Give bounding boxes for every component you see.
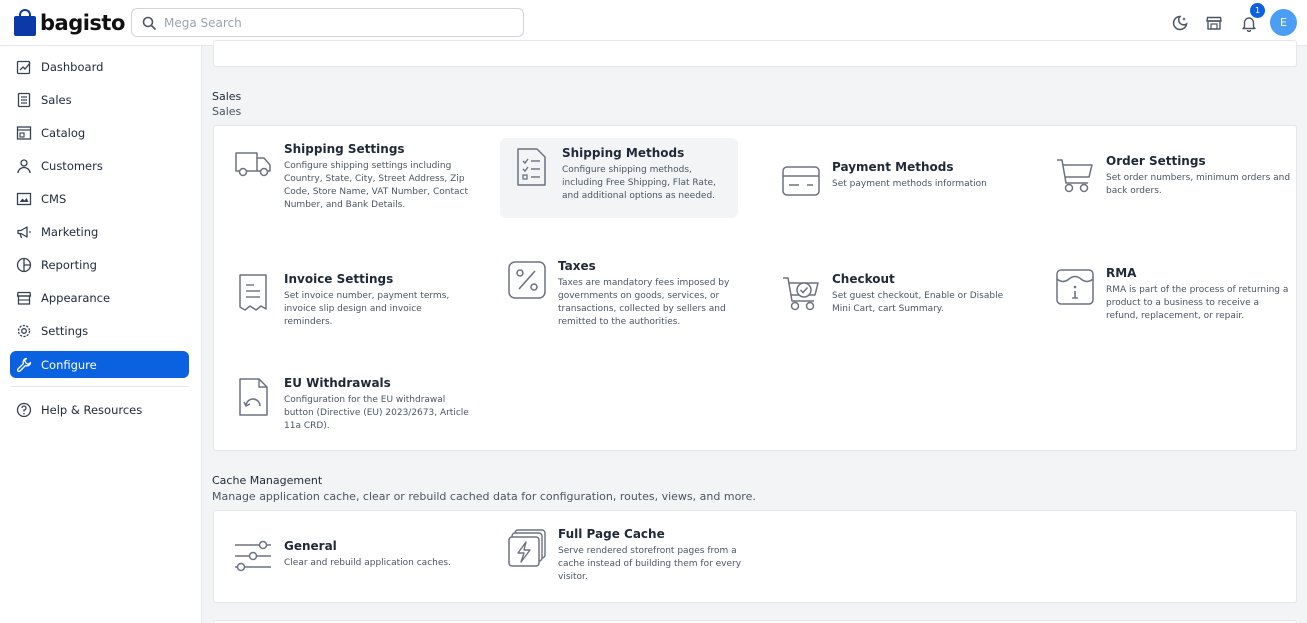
- tile-title: EU Withdrawals: [284, 376, 391, 390]
- tile-description: Configure shipping methods, including Fr…: [562, 165, 716, 201]
- truck-icon: [232, 142, 274, 184]
- tile-title: RMA: [1106, 266, 1137, 280]
- tile-description: RMA is part of the process of returning …: [1106, 285, 1289, 321]
- sidebar-item-label: Settings: [41, 323, 89, 338]
- sidebar: Dashboard Sales Catalog Customers CMS Ma…: [0, 46, 202, 623]
- sidebar-item-label: Configure: [41, 357, 97, 372]
- sidebar-item-dashboard[interactable]: Dashboard: [10, 53, 189, 80]
- main-content: Sales Sales Shipping Settings Configure s…: [203, 40, 1307, 623]
- cms-icon: [16, 192, 32, 205]
- sidebar-item-configure[interactable]: Configure: [10, 351, 189, 378]
- user-avatar[interactable]: E: [1270, 9, 1297, 36]
- taxes-tile[interactable]: Taxes Taxes are mandatory fees imposed by…: [506, 259, 746, 329]
- sidebar-item-label: Dashboard: [41, 59, 104, 74]
- tile-title: General: [284, 539, 337, 553]
- search-icon: [142, 16, 156, 30]
- sidebar-item-label: Marketing: [41, 224, 99, 239]
- full-page-cache-tile[interactable]: Full Page Cache Serve rendered storefront…: [506, 527, 746, 584]
- bagisto-logo[interactable]: bagisto: [14, 9, 125, 36]
- configure-icon: [16, 357, 32, 372]
- sidebar-item-help[interactable]: Help & Resources: [10, 396, 189, 423]
- tile-title: Full Page Cache: [558, 527, 665, 541]
- tile-description: Clear and rebuild application caches.: [284, 558, 451, 568]
- invoice-icon: [232, 272, 274, 314]
- notification-count-badge: 1: [1250, 3, 1265, 18]
- tile-title: Checkout: [832, 272, 895, 286]
- catalog-icon: [16, 125, 32, 140]
- tile-description: Set invoice number, payment terms, invoi…: [284, 291, 450, 327]
- dark-mode-toggle[interactable]: [1170, 13, 1190, 33]
- tile-description: Set payment methods information: [832, 179, 987, 189]
- rma-tile[interactable]: RMA RMA is part of the process of returni…: [1054, 266, 1294, 323]
- sidebar-item-label: Customers: [41, 158, 103, 173]
- logo-text: bagisto: [40, 10, 125, 35]
- tile-description: Taxes are mandatory fees imposed by gove…: [558, 278, 730, 327]
- sidebar-item-label: Appearance: [41, 290, 111, 305]
- sidebar-item-label: Sales: [41, 92, 72, 107]
- eu-withdrawals-tile[interactable]: EU Withdrawals Configuration for the EU w…: [232, 376, 472, 433]
- appearance-icon: [16, 291, 32, 305]
- shipping-settings-tile[interactable]: Shipping Settings Configure shipping sett…: [232, 142, 472, 212]
- tile-description: Configuration for the EU withdrawal butt…: [284, 395, 469, 431]
- sidebar-item-customers[interactable]: Customers: [10, 152, 189, 179]
- sidebar-item-reporting[interactable]: Reporting: [10, 251, 189, 278]
- section-title: Sales: [212, 90, 242, 103]
- sidebar-item-label: Help & Resources: [41, 402, 143, 417]
- cart-check-icon: [780, 272, 822, 314]
- section-title: Cache Management: [212, 474, 323, 487]
- payment-methods-tile[interactable]: Payment Methods Set payment methods infor…: [780, 160, 1020, 202]
- storefront-button[interactable]: [1204, 13, 1224, 33]
- checklist-icon: [510, 146, 552, 188]
- cache-config-card: General Clear and rebuild application cac…: [213, 510, 1297, 603]
- return-box-icon: [1054, 266, 1096, 308]
- sidebar-item-settings[interactable]: Settings: [10, 317, 189, 344]
- tile-title: Payment Methods: [832, 160, 954, 174]
- order-settings-tile[interactable]: Order Settings Set order numbers, minimum…: [1054, 154, 1294, 198]
- sales-icon: [17, 92, 31, 107]
- tile-description: Set guest checkout, Enable or Disable Mi…: [832, 291, 1004, 314]
- sidebar-item-marketing[interactable]: Marketing: [10, 218, 189, 245]
- sidebar-item-catalog[interactable]: Catalog: [10, 119, 189, 146]
- reporting-icon: [16, 257, 32, 272]
- sidebar-item-label: Reporting: [41, 257, 97, 272]
- store-icon: [1206, 16, 1222, 30]
- customers-icon: [17, 158, 31, 173]
- section-subtitle: Manage application cache, clear or rebui…: [212, 490, 756, 503]
- checkout-tile[interactable]: Checkout Set guest checkout, Enable or Di…: [780, 272, 1020, 316]
- dashboard-icon: [16, 60, 31, 74]
- bag-logo-icon: [14, 9, 36, 36]
- search-input[interactable]: [164, 15, 504, 30]
- sliders-icon: [232, 535, 274, 577]
- settings-icon: [17, 324, 31, 337]
- tile-description: Configure shipping settings including Co…: [284, 161, 468, 210]
- sales-config-card: Shipping Settings Configure shipping sett…: [213, 125, 1297, 451]
- tile-title: Invoice Settings: [284, 272, 394, 286]
- sidebar-divider: [10, 386, 189, 387]
- help-icon: [16, 402, 32, 417]
- sidebar-item-cms[interactable]: CMS: [10, 185, 189, 212]
- previous-section-card: [213, 40, 1297, 67]
- sidebar-item-sales[interactable]: Sales: [10, 86, 189, 113]
- tile-description: Set order numbers, minimum orders and ba…: [1106, 173, 1291, 196]
- tile-description: Serve rendered storefront pages from a c…: [558, 546, 742, 582]
- moon-icon: [1172, 15, 1188, 31]
- section-subtitle: Sales: [212, 105, 242, 118]
- tile-title: Shipping Settings: [284, 142, 405, 156]
- cart-icon: [1054, 154, 1096, 196]
- tile-title: Shipping Methods: [562, 146, 685, 160]
- tile-title: Order Settings: [1106, 154, 1206, 168]
- sidebar-item-label: Catalog: [41, 125, 86, 140]
- document-return-icon: [232, 376, 274, 418]
- tile-title: Taxes: [558, 259, 596, 273]
- sidebar-item-label: CMS: [41, 191, 67, 206]
- invoice-settings-tile[interactable]: Invoice Settings Set invoice number, paym…: [232, 272, 472, 329]
- sidebar-item-appearance[interactable]: Appearance: [10, 284, 189, 311]
- shipping-methods-tile[interactable]: Shipping Methods Configure shipping metho…: [500, 138, 738, 218]
- marketing-icon: [17, 225, 31, 238]
- credit-card-icon: [780, 160, 822, 202]
- mega-search[interactable]: [131, 8, 524, 37]
- stacked-lightning-icon: [506, 527, 548, 569]
- percent-icon: [506, 259, 548, 301]
- cache-general-tile[interactable]: General Clear and rebuild application cac…: [232, 535, 472, 577]
